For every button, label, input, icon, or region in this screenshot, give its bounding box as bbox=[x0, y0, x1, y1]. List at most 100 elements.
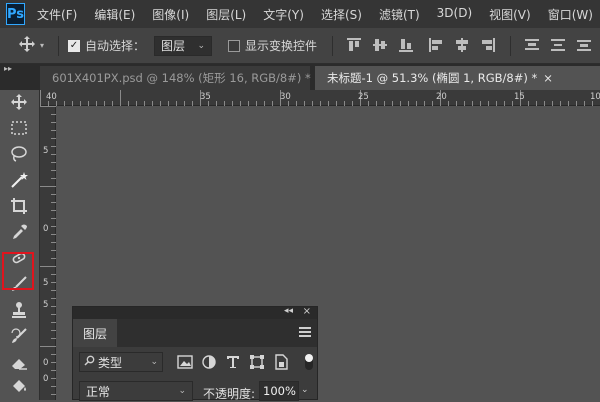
history-brush-tool[interactable] bbox=[8, 326, 30, 348]
layer-filter-row: 类型 ⌄ bbox=[73, 349, 317, 375]
ruler-label: 30 bbox=[280, 92, 291, 102]
shape-filter-icon[interactable] bbox=[249, 354, 265, 370]
menu-type[interactable]: 文字(Y) bbox=[263, 6, 304, 23]
blend-mode-value: 正常 bbox=[86, 384, 111, 399]
menu-edit[interactable]: 编辑(E) bbox=[94, 6, 135, 23]
tab-document-1[interactable]: 601X401PX.psd @ 148% (矩形 16, RGB/8#) * × bbox=[40, 66, 326, 90]
menu-layer[interactable]: 图层(L) bbox=[206, 6, 246, 23]
menu-window[interactable]: 窗口(W) bbox=[548, 6, 593, 23]
filter-kind-value: 类型 bbox=[98, 355, 123, 370]
auto-select-label: 自动选择： bbox=[85, 39, 146, 53]
align-top-icon[interactable] bbox=[346, 37, 362, 53]
ruler-label: 5 bbox=[43, 146, 49, 156]
move-icon bbox=[18, 35, 36, 56]
distribute-vertical-center-icon[interactable] bbox=[550, 37, 566, 53]
chevron-down-icon[interactable]: ⌄ bbox=[301, 385, 309, 395]
eraser-icon bbox=[10, 353, 28, 374]
ruler-label: 5 bbox=[43, 300, 49, 310]
divider bbox=[332, 36, 333, 56]
move-icon bbox=[10, 93, 28, 114]
chevron-down-icon: ⌄ bbox=[197, 40, 205, 51]
history-brush-icon bbox=[10, 327, 28, 348]
filter-kind-dropdown[interactable]: 类型 ⌄ bbox=[79, 352, 163, 372]
image-filter-icon[interactable] bbox=[177, 354, 193, 370]
lasso-icon bbox=[10, 145, 28, 166]
magic-wand-tool[interactable] bbox=[8, 170, 30, 192]
adjustment-filter-icon[interactable] bbox=[201, 354, 217, 370]
opacity-label: 不透明度: bbox=[203, 387, 256, 401]
toolbar-collapse-icon[interactable]: ▸▸ bbox=[0, 64, 44, 74]
show-transform-label: 显示变换控件 bbox=[245, 39, 318, 53]
panel-tab-row: 图层 bbox=[73, 319, 317, 347]
align-horizontal-center-icon[interactable] bbox=[454, 37, 470, 53]
ruler-label: 40 bbox=[46, 92, 57, 102]
collapse-icon[interactable]: ◂◂ bbox=[284, 306, 293, 316]
align-vertical-center-icon[interactable] bbox=[372, 37, 388, 53]
align-right-icon[interactable] bbox=[480, 37, 496, 53]
auto-select-target-value: 图层 bbox=[161, 39, 186, 53]
type-filter-icon[interactable] bbox=[225, 354, 241, 370]
ruler-label: 20 bbox=[436, 92, 447, 102]
ruler-label: 25 bbox=[358, 92, 369, 102]
tab-document-2-active[interactable]: 未标题-1 @ 51.3% (椭圆 1, RGB/8#) * × bbox=[315, 66, 600, 90]
auto-select-checkbox[interactable]: ✓ bbox=[68, 39, 80, 52]
close-icon[interactable]: × bbox=[303, 306, 311, 317]
ruler-label: 0 bbox=[43, 374, 49, 384]
ruler-horizontal: 40 35 30 25 20 15 10 bbox=[40, 90, 600, 106]
stamp-icon bbox=[10, 301, 28, 322]
menu-bar: Ps 文件(F) 编辑(E) 图像(I) 图层(L) 文字(Y) 选择(S) 滤… bbox=[0, 0, 600, 28]
distribute-bottom-icon[interactable] bbox=[576, 37, 592, 53]
tools-panel bbox=[0, 90, 40, 400]
magic-wand-icon bbox=[10, 171, 28, 192]
divider bbox=[58, 36, 59, 56]
photoshop-logo: Ps bbox=[6, 3, 26, 25]
show-transform-option[interactable]: 显示变换控件 bbox=[228, 28, 317, 63]
divider bbox=[510, 36, 511, 56]
search-icon bbox=[84, 355, 95, 369]
marquee-tool[interactable] bbox=[8, 118, 30, 140]
ruler-label: 5 bbox=[43, 278, 49, 288]
ruler-vertical: 5 0 5 0 5 0 bbox=[40, 106, 56, 400]
align-bottom-icon[interactable] bbox=[398, 37, 414, 53]
ruler-label: 0 bbox=[43, 224, 49, 234]
menu-select[interactable]: 选择(S) bbox=[321, 6, 362, 23]
move-tool-preset[interactable]: ▾ bbox=[18, 28, 44, 63]
menu-image[interactable]: 图像(I) bbox=[152, 6, 189, 23]
close-icon[interactable]: × bbox=[543, 71, 553, 85]
panel-menu-icon[interactable] bbox=[299, 326, 311, 340]
selected-tool-highlight bbox=[2, 252, 34, 290]
paint-bucket-icon bbox=[10, 377, 28, 398]
filter-toggle-switch[interactable] bbox=[305, 354, 313, 370]
ruler-label: 0 bbox=[43, 358, 49, 368]
menu-view[interactable]: 视图(V) bbox=[489, 6, 531, 23]
clone-stamp-tool[interactable] bbox=[8, 300, 30, 322]
layers-panel: ◂◂ × 图层 类型 ⌄ 正常 ⌄ 不透明度: 100% ⌄ bbox=[72, 306, 318, 401]
distribute-top-icon[interactable] bbox=[524, 37, 540, 53]
blend-mode-dropdown[interactable]: 正常 ⌄ bbox=[79, 381, 193, 401]
panel-title-bar[interactable]: ◂◂ × bbox=[73, 306, 317, 319]
tab-label: 未标题-1 @ 51.3% (椭圆 1, RGB/8#) * bbox=[327, 71, 538, 85]
align-left-icon[interactable] bbox=[428, 37, 444, 53]
tab-layers[interactable]: 图层 bbox=[73, 319, 117, 347]
opacity-input[interactable]: 100% bbox=[259, 381, 299, 401]
blend-row: 正常 ⌄ 不透明度: 100% ⌄ bbox=[73, 375, 317, 401]
tab-label: 601X401PX.psd @ 148% (矩形 16, RGB/8#) * bbox=[52, 71, 311, 85]
crop-tool[interactable] bbox=[8, 196, 30, 218]
chevron-down-icon: ▾ bbox=[40, 41, 45, 50]
lasso-tool[interactable] bbox=[8, 144, 30, 166]
chevron-down-icon: ⌄ bbox=[150, 357, 158, 367]
move-tool[interactable] bbox=[8, 92, 30, 114]
eyedropper-tool[interactable] bbox=[8, 222, 30, 244]
show-transform-checkbox[interactable] bbox=[228, 39, 240, 52]
menu-file[interactable]: 文件(F) bbox=[37, 6, 77, 23]
eraser-tool[interactable] bbox=[8, 352, 30, 374]
menu-3d[interactable]: 3D(D) bbox=[437, 6, 472, 23]
auto-select-target-dropdown[interactable]: 图层 ⌄ bbox=[154, 35, 212, 56]
smart-object-filter-icon[interactable] bbox=[273, 354, 289, 370]
paint-bucket-tool[interactable] bbox=[8, 376, 30, 398]
auto-select-option[interactable]: ✓ 自动选择： bbox=[68, 28, 145, 63]
ruler-label: 15 bbox=[514, 92, 525, 102]
menu-filter[interactable]: 滤镜(T) bbox=[379, 6, 420, 23]
options-bar: ▾ ✓ 自动选择： 图层 ⌄ 显示变换控件 bbox=[0, 28, 600, 64]
ruler-label: 35 bbox=[200, 92, 211, 102]
